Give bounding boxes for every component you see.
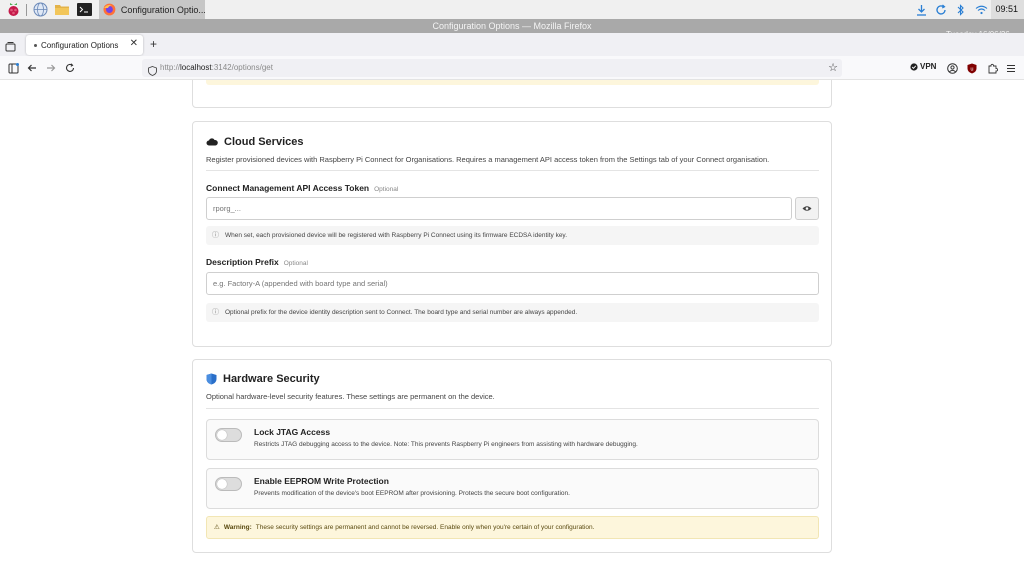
hardware-security-heading: Hardware Security	[206, 373, 320, 385]
vpn-label: VPN	[920, 62, 937, 71]
taskbar-separator	[26, 3, 27, 16]
file-manager-icon[interactable]	[53, 2, 71, 18]
ublock-icon[interactable]: u	[965, 61, 979, 75]
jtag-lock-title: Lock JTAG Access	[254, 427, 331, 437]
security-warning: ⚠ Warning: These security settings are p…	[206, 516, 819, 539]
section-divider	[206, 408, 819, 409]
reload-icon[interactable]	[63, 61, 77, 75]
toggle-knob	[217, 479, 227, 489]
previous-section-card	[192, 80, 832, 108]
api-token-input[interactable]	[206, 197, 792, 220]
vpn-icon	[910, 62, 918, 71]
url-text: http://localhost:3142/options/get	[160, 63, 273, 72]
tab-configuration-options[interactable]: Configuration Options ✕	[26, 35, 143, 55]
forward-icon[interactable]	[44, 61, 58, 75]
shield-icon	[206, 373, 217, 385]
web-browser-icon[interactable]	[31, 2, 49, 18]
description-prefix-input[interactable]	[206, 272, 819, 295]
jtag-lock-toggle[interactable]	[215, 428, 242, 442]
cloud-services-description: Register provisioned devices with Raspbe…	[206, 155, 770, 164]
optional-tag: Optional	[283, 260, 308, 267]
tab-label: Configuration Options	[41, 40, 119, 50]
taskbar-firefox-task[interactable]: Configuration Optio...	[99, 0, 205, 19]
cloud-services-title: Cloud Services	[224, 136, 304, 148]
info-icon: ⓘ	[212, 309, 219, 316]
hardware-security-title: Hardware Security	[223, 373, 320, 385]
download-icon[interactable]	[911, 0, 931, 19]
api-token-label: Connect Management API Access Token Optio…	[206, 183, 399, 193]
previous-warning-strip	[206, 80, 819, 85]
tab-close-icon[interactable]: ✕	[130, 38, 138, 49]
cloud-services-card: Cloud Services Register provisioned devi…	[192, 121, 832, 347]
section-divider	[206, 170, 819, 171]
warning-label: Warning:	[223, 524, 252, 531]
firefox-icon	[103, 3, 116, 16]
os-taskbar: Configuration Optio... 09:51	[0, 0, 1024, 19]
tab-loading-dot	[34, 43, 37, 47]
hardware-security-description: Optional hardware-level security feature…	[206, 392, 495, 401]
eye-icon	[802, 206, 812, 211]
navigation-bar: http://localhost:3142/options/get ☆ VPN …	[0, 56, 1024, 80]
api-token-hint: ⓘ When set, each provisioned device will…	[206, 226, 819, 245]
account-icon[interactable]	[945, 61, 959, 75]
bluetooth-icon[interactable]	[951, 0, 971, 19]
cloud-icon	[206, 138, 218, 146]
tab-strip: Configuration Options ✕ +	[0, 33, 1024, 56]
description-prefix-hint: ⓘ Optional prefix for the device identit…	[206, 303, 819, 322]
terminal-icon[interactable]	[75, 2, 93, 18]
tracking-protection-icon[interactable]	[148, 63, 157, 81]
window-titlebar: Configuration Options — Mozilla Firefox	[0, 19, 1024, 33]
system-tray: 09:51	[911, 0, 1024, 19]
page-content: Cloud Services Register provisioned devi…	[0, 80, 1024, 576]
optional-tag: Optional	[374, 186, 399, 193]
new-tab-icon[interactable]: +	[150, 37, 157, 51]
taskbar-task-label: Configuration Optio...	[120, 4, 205, 15]
warning-icon: ⚠	[214, 524, 220, 531]
menu-icon[interactable]	[1004, 61, 1018, 75]
wifi-icon[interactable]	[971, 0, 991, 19]
info-icon: ⓘ	[212, 232, 219, 239]
warning-text: These security settings are permanent an…	[255, 524, 595, 531]
eeprom-protection-title: Enable EEPROM Write Protection	[254, 476, 389, 486]
jtag-lock-option: Lock JTAG Access Restricts JTAG debuggin…	[206, 419, 819, 460]
show-token-button[interactable]	[795, 197, 819, 220]
back-icon[interactable]	[25, 61, 39, 75]
eeprom-protection-description: Prevents modification of the device's bo…	[254, 490, 570, 497]
cloud-services-heading: Cloud Services	[206, 136, 303, 148]
svg-text:u: u	[970, 66, 973, 72]
toggle-knob	[217, 430, 227, 440]
sidebar-toggle-icon[interactable]	[6, 61, 20, 75]
eeprom-protection-option: Enable EEPROM Write Protection Prevents …	[206, 468, 819, 509]
eeprom-protection-toggle[interactable]	[215, 477, 242, 491]
clock[interactable]: 09:51	[991, 0, 1024, 19]
description-prefix-label: Description Prefix Optional	[206, 257, 308, 267]
hardware-security-card: Hardware Security Optional hardware-leve…	[192, 359, 832, 553]
jtag-lock-description: Restricts JTAG debugging access to the d…	[254, 441, 638, 448]
raspberry-menu-icon[interactable]	[4, 2, 22, 18]
tab-list-icon[interactable]	[5, 39, 17, 52]
bookmark-star-icon[interactable]: ☆	[828, 61, 838, 74]
extensions-icon[interactable]	[985, 61, 999, 75]
update-icon[interactable]	[931, 0, 951, 19]
url-bar[interactable]: http://localhost:3142/options/get ☆	[142, 59, 842, 77]
vpn-button[interactable]: VPN	[910, 62, 936, 71]
